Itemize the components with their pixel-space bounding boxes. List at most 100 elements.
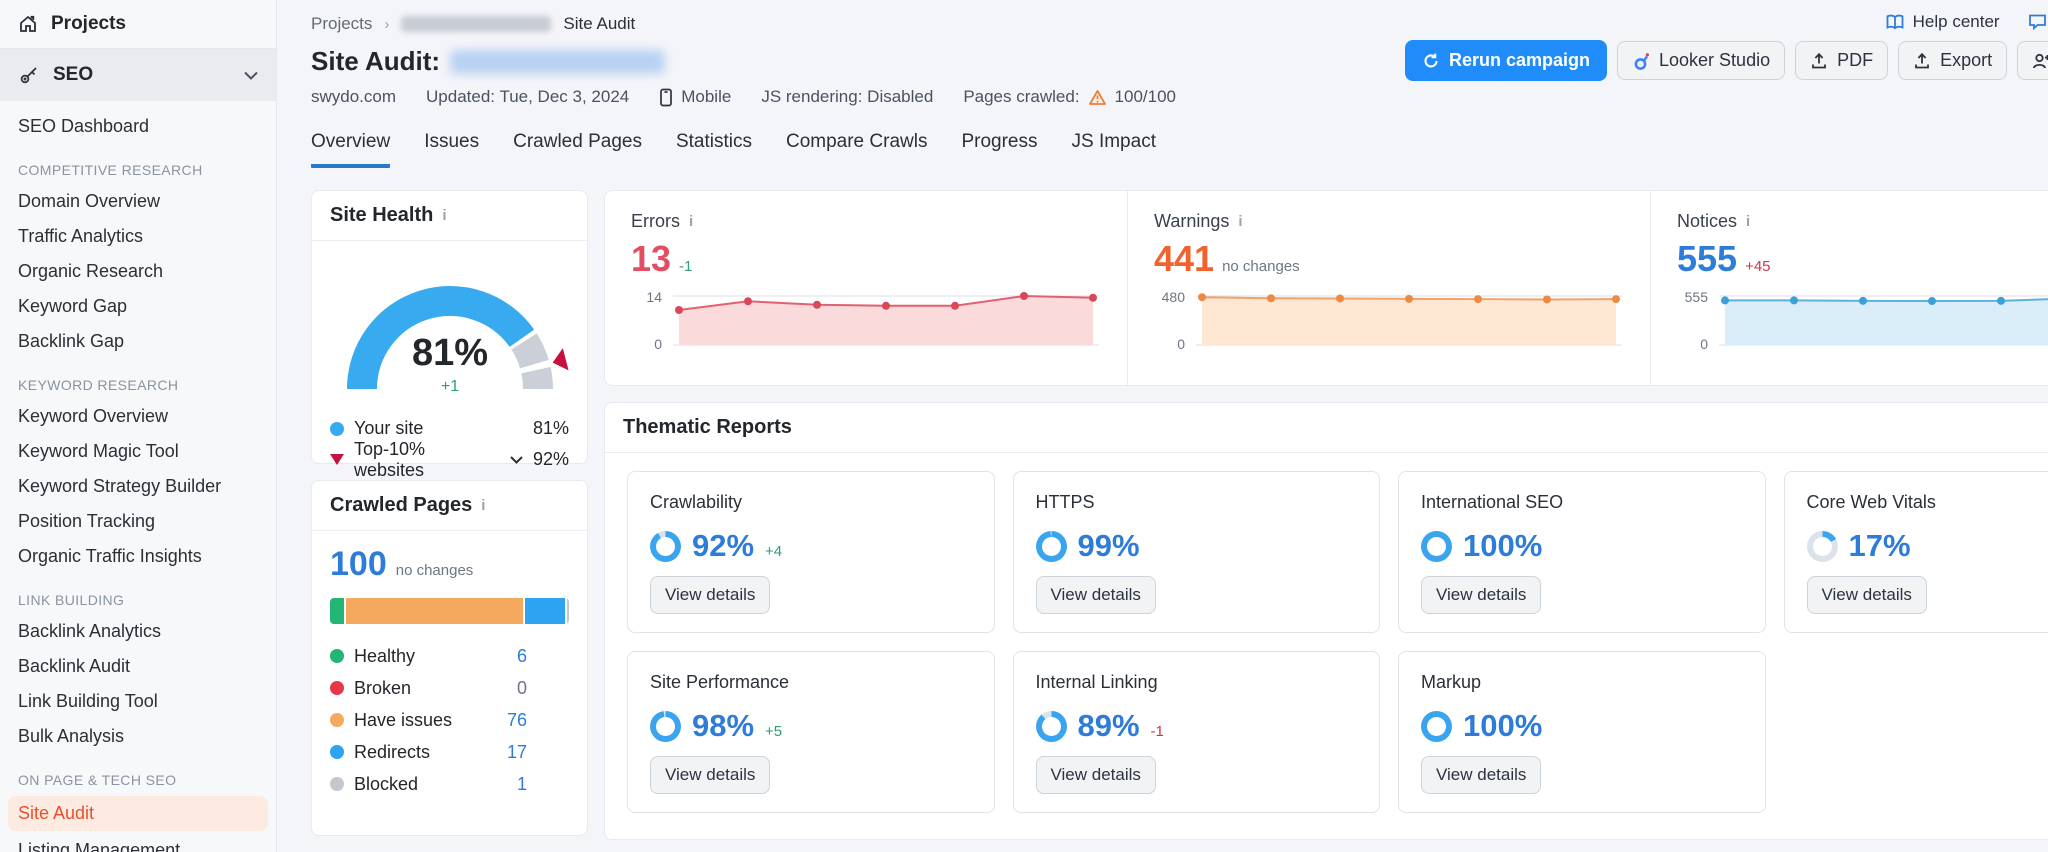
thematic-card-title: Core Web Vitals (1806, 492, 1936, 512)
thematic-card-percent: 92% (692, 528, 755, 563)
looker-studio-button[interactable]: Looker Studio (1617, 41, 1786, 80)
tab-crawled-pages[interactable]: Crawled Pages (513, 131, 642, 168)
send-feedback-link[interactable]: Send feedback (2028, 12, 2048, 32)
stat-warnings-value[interactable]: 441 (1154, 238, 1214, 280)
thematic-card-percent: 100% (1463, 708, 1543, 743)
tab-issues[interactable]: Issues (424, 131, 479, 168)
view-details-button[interactable]: View details (1035, 756, 1156, 794)
sidebar-item-listing-management[interactable]: Listing Management (0, 833, 276, 852)
sidebar-section-label: COMPETITIVE RESEARCH (18, 162, 203, 178)
view-details-button[interactable]: View details (1806, 576, 1927, 614)
legend-value: 92% (532, 449, 569, 469)
info-icon[interactable]: i (442, 207, 446, 224)
sidebar-nav: SEO Dashboard COMPETITIVE RESEARCH Domain … (0, 101, 276, 852)
tab-bar: Overview Issues Crawled Pages Statistics Com… (311, 131, 2048, 168)
thematic-card-delta: +4 (765, 543, 783, 560)
legend-dot-icon (330, 713, 344, 727)
stat-notices-value[interactable]: 555 (1677, 238, 1737, 280)
sidebar-item-traffic-analytics[interactable]: Traffic Analytics (0, 219, 276, 254)
tab-compare-crawls[interactable]: Compare Crawls (786, 131, 927, 168)
site-health-legend-row: Top-10% websites 92% (330, 439, 569, 480)
tab-overview[interactable]: Overview (311, 131, 391, 168)
chart-y-axis: 480 0 (1161, 289, 1185, 352)
stat-errors-delta: -1 (679, 258, 693, 275)
info-icon[interactable]: i (1238, 213, 1242, 230)
tab-progress[interactable]: Progress (961, 131, 1037, 168)
score-donut-icon (1035, 710, 1067, 742)
thematic-card-title: Crawlability (650, 492, 743, 512)
info-icon[interactable]: i (1746, 213, 1750, 230)
rerun-campaign-label: Rerun campaign (1448, 50, 1591, 70)
sidebar-item-seo-dashboard[interactable]: SEO Dashboard (0, 109, 276, 144)
sidebar-item-keyword-magic-tool[interactable]: Keyword Magic Tool (0, 434, 276, 469)
pdf-button[interactable]: PDF (1795, 41, 1889, 80)
info-icon[interactable]: i (481, 497, 485, 514)
chevron-down-icon[interactable] (510, 455, 523, 464)
looker-studio-label: Looker Studio (1659, 50, 1771, 70)
sidebar-item-site-audit[interactable]: Site Audit (8, 796, 268, 831)
sidebar-item-bulk-analysis[interactable]: Bulk Analysis (0, 719, 276, 754)
thematic-card-internal-linking: Internal Linking 89% -1 View details (1012, 651, 1380, 813)
sidebar-item-organic-research[interactable]: Organic Research (0, 254, 276, 289)
sidebar-item-link-building-tool[interactable]: Link Building Tool (0, 684, 276, 719)
sidebar-item-backlink-analytics[interactable]: Backlink Analytics (0, 614, 276, 649)
view-details-button[interactable]: View details (1421, 576, 1542, 614)
breadcrumb-projects[interactable]: Projects (311, 14, 372, 34)
sidebar-item-keyword-overview[interactable]: Keyword Overview (0, 399, 276, 434)
thematic-reports-card: Thematic Reports Crawlability 92% +4 View d… (604, 402, 2048, 840)
page-title-redacted (450, 49, 666, 74)
info-icon[interactable]: i (689, 213, 693, 230)
view-details-button[interactable]: View details (1035, 576, 1156, 614)
legend-value[interactable]: 17 (507, 742, 527, 763)
legend-value[interactable]: 76 (507, 710, 527, 731)
thematic-card-score: 99% (1035, 528, 1358, 564)
help-center-link[interactable]: Help center (1885, 12, 2000, 32)
legend-value[interactable]: 1 (517, 774, 527, 795)
export-button[interactable]: Export (1898, 41, 2008, 80)
sidebar-item-position-tracking[interactable]: Position Tracking (0, 504, 276, 539)
stat-warnings-delta: no changes (1222, 258, 1300, 275)
main: Projects › Site Audit Help center Site A… (277, 0, 2048, 852)
score-donut-icon (1421, 710, 1452, 742)
sidebar-item-keyword-strategy-builder[interactable]: Keyword Strategy Builder (0, 469, 276, 504)
crawled-legend-row: Redirects 17 (330, 736, 569, 768)
stat-warnings-value-row: 441 no changes (1154, 238, 1624, 280)
thematic-card-international-seo: International SEO 100% View details (1398, 471, 1766, 633)
score-donut-icon (1035, 530, 1067, 562)
legend-value[interactable]: 6 (517, 646, 527, 667)
thematic-card-core-web-vitals: Core Web Vitals 17% View details (1783, 471, 2048, 633)
thematic-card-score: 17% (1806, 528, 2048, 564)
sidebar-item-domain-overview[interactable]: Domain Overview (0, 184, 276, 219)
crawled-legend-row: Broken 0 (330, 672, 569, 704)
sidebar-item-backlink-gap[interactable]: Backlink Gap (0, 324, 276, 359)
campaign-js-rendering: JS rendering: Disabled (761, 87, 934, 106)
stat-label-text: Errors (631, 211, 680, 231)
thematic-card-percent: 98% (692, 708, 755, 743)
chat-bubble-icon (2028, 13, 2047, 31)
sidebar-seo-label: SEO (53, 64, 94, 85)
view-details-button[interactable]: View details (1421, 756, 1542, 794)
tab-js-impact[interactable]: JS Impact (1072, 131, 1156, 168)
benchmark-triangle-icon (330, 454, 344, 465)
share-button[interactable]: Share (2017, 41, 2048, 80)
sidebar-section-label: ON PAGE & TECH SEO (18, 772, 177, 788)
legend-value: 0 (516, 677, 527, 698)
legend-label[interactable]: Top-10% websites (354, 439, 498, 481)
stat-errors-value[interactable]: 13 (631, 238, 671, 280)
stat-notices-delta: +45 (1745, 258, 1771, 275)
crawled-pages-count: 100 (330, 545, 387, 583)
legend-dot-icon (330, 681, 344, 695)
score-donut-icon (1421, 530, 1452, 562)
rerun-campaign-button[interactable]: Rerun campaign (1404, 40, 1608, 81)
stat-label-text: Warnings (1154, 211, 1230, 231)
sidebar-item-seo[interactable]: SEO (0, 48, 276, 101)
view-details-button[interactable]: View details (650, 756, 771, 794)
sidebar-item-projects[interactable]: Projects (0, 0, 276, 48)
view-details-button[interactable]: View details (650, 576, 771, 614)
thematic-card-markup: Markup 100% View details (1398, 651, 1766, 813)
sidebar-item-backlink-audit[interactable]: Backlink Audit (0, 649, 276, 684)
tab-statistics[interactable]: Statistics (676, 131, 752, 168)
crawled-legend-row: Blocked 1 (330, 768, 569, 800)
sidebar-item-keyword-gap[interactable]: Keyword Gap (0, 289, 276, 324)
sidebar-item-organic-traffic-insights[interactable]: Organic Traffic Insights (0, 539, 276, 574)
